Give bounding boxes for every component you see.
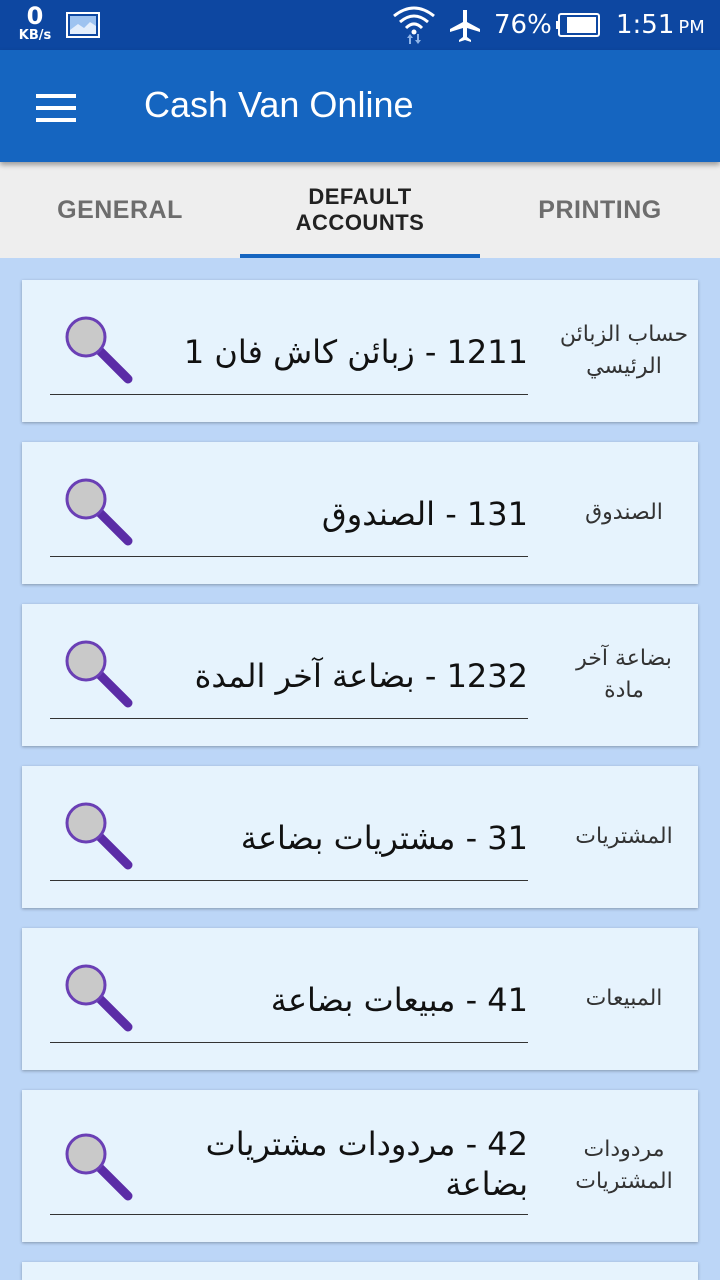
accounts-list[interactable]: حساب الزبائن الرئيسي 1211 - زبائن كاش فا…: [0, 258, 720, 1280]
account-value-field[interactable]: 41 - مبيعات بضاعة: [172, 980, 528, 1020]
tab-default-accounts[interactable]: DEFAULT ACCOUNTS: [240, 162, 480, 258]
network-speed-value: 0: [26, 2, 44, 30]
hamburger-menu-icon[interactable]: [36, 94, 76, 122]
search-icon[interactable]: [62, 1130, 138, 1206]
field-underline: [50, 1214, 528, 1215]
account-value-field[interactable]: 1211 - زبائن كاش فان 1: [172, 332, 528, 372]
tab-label: PRINTING: [538, 195, 662, 224]
clock-time: 1:51: [616, 10, 675, 40]
gallery-notification-icon: [66, 12, 100, 38]
battery-percentage: 76%: [494, 10, 552, 40]
field-underline: [50, 556, 528, 557]
field-underline: [50, 1042, 528, 1043]
app-title: Cash Van Online: [144, 84, 414, 125]
tab-general[interactable]: GENERAL: [0, 162, 240, 258]
account-card-customers: حساب الزبائن الرئيسي 1211 - زبائن كاش فا…: [22, 280, 698, 422]
account-card-sales: المبيعات 41 - مبيعات بضاعة: [22, 928, 698, 1070]
clock-ampm: PM: [678, 17, 705, 38]
search-icon[interactable]: [62, 961, 138, 1037]
account-label: مردودات المشتريات: [575, 1137, 673, 1194]
account-card-purchases: المشتريات 31 - مشتريات بضاعة: [22, 766, 698, 908]
account-value-field[interactable]: 42 - مردودات مشتريات بضاعة: [172, 1124, 528, 1204]
battery-icon: [556, 13, 600, 37]
account-value-field[interactable]: 1232 - بضاعة آخر المدة: [172, 656, 528, 696]
account-label: حساب الزبائن الرئيسي: [559, 322, 689, 379]
clock: 1:51 PM: [616, 10, 705, 40]
wifi-icon: [393, 6, 435, 44]
account-label: المشتريات: [575, 824, 673, 849]
account-card-purchase-returns: مردودات المشتريات 42 - مردودات مشتريات ب…: [22, 1090, 698, 1242]
tab-indicator: [240, 254, 480, 258]
search-icon[interactable]: [62, 637, 138, 713]
tab-label: GENERAL: [57, 195, 183, 224]
status-bar: 0 KB/s 76% 1:51 PM: [0, 0, 720, 50]
field-underline: [50, 718, 528, 719]
tab-printing[interactable]: PRINTING: [480, 162, 720, 258]
account-label: بضاعة آخر مادة: [576, 646, 672, 703]
field-underline: [50, 394, 528, 395]
field-underline: [50, 880, 528, 881]
network-speed-unit: KB/s: [18, 28, 52, 43]
airplane-mode-icon: [450, 10, 480, 42]
tab-bar: GENERAL DEFAULT ACCOUNTS PRINTING: [0, 162, 720, 258]
account-label: المبيعات: [585, 986, 663, 1011]
account-card-partial: [22, 1262, 698, 1280]
account-label: الصندوق: [585, 500, 663, 525]
search-icon[interactable]: [62, 799, 138, 875]
app-bar: Cash Van Online: [0, 50, 720, 162]
account-value-field[interactable]: 31 - مشتريات بضاعة: [172, 818, 528, 858]
search-icon[interactable]: [62, 475, 138, 551]
account-card-ending-inventory: بضاعة آخر مادة 1232 - بضاعة آخر المدة: [22, 604, 698, 746]
network-speed: 0 KB/s: [12, 4, 58, 42]
tab-label: DEFAULT ACCOUNTS: [295, 184, 425, 235]
search-icon[interactable]: [62, 313, 138, 389]
account-card-cashbox: الصندوق 131 - الصندوق: [22, 442, 698, 584]
account-value-field[interactable]: 131 - الصندوق: [172, 494, 528, 534]
